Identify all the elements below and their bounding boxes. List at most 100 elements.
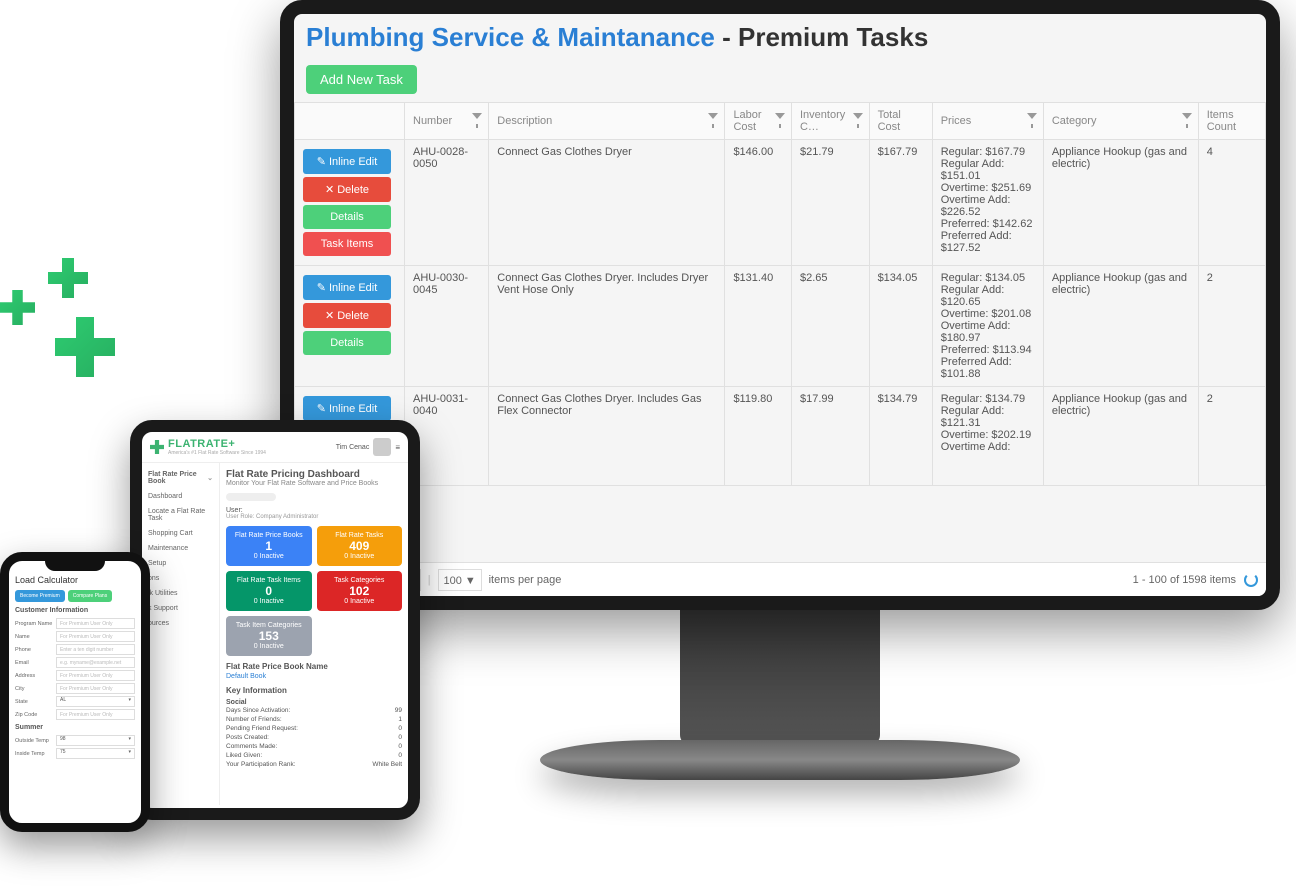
nav-item[interactable]: Maintenance — [146, 541, 215, 556]
input-address[interactable]: For Premium User Only — [56, 670, 135, 681]
nav-item[interactable]: ons — [146, 571, 215, 586]
tablet-content: Flat Rate Pricing Dashboard Monitor Your… — [220, 463, 408, 805]
avatar[interactable] — [373, 438, 391, 456]
add-new-task-button[interactable]: Add New Task — [306, 65, 417, 94]
nav-item[interactable]: lk Utilities — [146, 586, 215, 601]
monitor-base — [540, 740, 1020, 780]
stat-card[interactable]: Flat Rate Tasks4090 Inactive — [317, 526, 403, 566]
nav-item[interactable]: Setup — [146, 556, 215, 571]
monitor-stand — [680, 595, 880, 745]
logo-icon — [150, 440, 164, 454]
page-status: 1 - 100 of 1598 items — [1133, 574, 1236, 586]
cell-total: $167.79 — [869, 140, 932, 266]
col-total-cost[interactable]: Total Cost — [869, 103, 932, 140]
col-category[interactable]: Category — [1043, 103, 1198, 140]
cell-category: Appliance Hookup (gas and electric) — [1043, 266, 1198, 387]
input-name[interactable]: For Premium User Only — [56, 631, 135, 642]
stat-card[interactable]: Task Categories1020 Inactive — [317, 571, 403, 611]
col-inventory-c-[interactable]: Inventory C… — [791, 103, 869, 140]
cell-count: 2 — [1198, 387, 1265, 486]
input-zip-code[interactable]: For Premium User Only — [56, 709, 135, 720]
tasks-table: NumberDescriptionLabor CostInventory C…T… — [294, 102, 1266, 486]
col-labor-cost[interactable]: Labor Cost — [725, 103, 792, 140]
stat-card[interactable]: Flat Rate Task Items00 Inactive — [226, 571, 312, 611]
table-row: ✎ Inline Edit ✕ Delete Details AHU-0030-… — [295, 266, 1266, 387]
tablet-header: FLATRATE+ America's #1 Flat Rate Softwar… — [142, 432, 408, 463]
cell-inv: $17.99 — [791, 387, 869, 486]
stat-card[interactable]: Task Item Categories1530 Inactive — [226, 616, 312, 656]
page-title: Plumbing Service & Maintanance - Premium… — [294, 14, 1266, 61]
filter-icon[interactable] — [472, 110, 482, 120]
cell-inv: $2.65 — [791, 266, 869, 387]
kv-row: Posts Created:0 — [226, 733, 402, 742]
col-number[interactable]: Number — [405, 103, 489, 140]
nav-item[interactable]: Dashboard — [146, 489, 215, 504]
nav-item[interactable]: k Support — [146, 601, 215, 616]
delete-button[interactable]: ✕ Delete — [303, 177, 391, 202]
kv-row: Comments Made:0 — [226, 742, 402, 751]
page-size-label: items per page — [489, 574, 562, 586]
filter-icon[interactable] — [1182, 110, 1192, 120]
delete-button[interactable]: ✕ Delete — [303, 303, 391, 328]
cell-labor: $146.00 — [725, 140, 792, 266]
filter-icon[interactable] — [853, 110, 863, 120]
nav-item[interactable]: Locate a Flat Rate Task — [146, 504, 215, 526]
col-description[interactable]: Description — [489, 103, 725, 140]
col-items-count[interactable]: Items Count — [1198, 103, 1265, 140]
form-field: Inside Temp 75 — [15, 748, 135, 759]
cell-number: AHU-0028-0050 — [405, 140, 489, 266]
inline-edit-button[interactable]: ✎ Inline Edit — [303, 275, 391, 300]
cell-total: $134.79 — [869, 387, 932, 486]
cell-inv: $21.79 — [791, 140, 869, 266]
cell-total: $134.05 — [869, 266, 932, 387]
user-name: Tim Cenac — [336, 444, 370, 451]
dashboard-title: Flat Rate Pricing Dashboard — [226, 469, 402, 480]
task-items-button[interactable]: Task Items — [303, 232, 391, 256]
nav-section[interactable]: Flat Rate Price Book⌄ — [146, 467, 215, 489]
select-inside-temp[interactable]: 75 — [56, 748, 135, 759]
cell-category: Appliance Hookup (gas and electric) — [1043, 140, 1198, 266]
form-field: Zip Code For Premium User Only — [15, 709, 135, 720]
compare-plans-button[interactable]: Compare Plans — [68, 590, 112, 602]
form-field: Name For Premium User Only — [15, 631, 135, 642]
form-field: Program Name For Premium User Only — [15, 618, 135, 629]
select-state[interactable]: AL — [56, 696, 135, 707]
filter-icon[interactable] — [775, 110, 785, 120]
phone-app: Load Calculator Become Premium Compare P… — [0, 552, 150, 832]
select-outside-temp[interactable]: 98 — [56, 735, 135, 746]
filter-icon[interactable] — [708, 110, 718, 120]
plus-icon — [55, 317, 115, 377]
nav-item[interactable]: ources — [146, 616, 215, 631]
become-premium-button[interactable]: Become Premium — [15, 590, 65, 602]
desktop-app: Plumbing Service & Maintanance - Premium… — [280, 0, 1280, 610]
cell-labor: $119.80 — [725, 387, 792, 486]
menu-icon[interactable]: ≡ — [395, 443, 400, 452]
table-row: ✎ Inline Edit ✕ Delete Details Task Item… — [295, 140, 1266, 266]
input-phone[interactable]: Enter a ten digit number — [56, 644, 135, 655]
page-size[interactable]: 100 ▼ — [438, 569, 482, 591]
kv-row: Days Since Activation:99 — [226, 706, 402, 715]
inline-edit-button[interactable]: ✎ Inline Edit — [303, 396, 391, 421]
details-button[interactable]: Details — [303, 205, 391, 229]
col-prices[interactable]: Prices — [932, 103, 1043, 140]
form-field: Phone Enter a ten digit number — [15, 644, 135, 655]
input-city[interactable]: For Premium User Only — [56, 683, 135, 694]
stat-card[interactable]: Flat Rate Price Books10 Inactive — [226, 526, 312, 566]
input-program-name[interactable]: For Premium User Only — [56, 618, 135, 629]
inline-edit-button[interactable]: ✎ Inline Edit — [303, 149, 391, 174]
form-field: Address For Premium User Only — [15, 670, 135, 681]
tablet-app: FLATRATE+ America's #1 Flat Rate Softwar… — [130, 420, 420, 820]
cell-desc: Connect Gas Clothes Dryer. Includes Drye… — [489, 266, 725, 387]
cell-prices: Regular: $167.79 Regular Add: $151.01 Ov… — [932, 140, 1043, 266]
input-email[interactable]: e.g. myname@example.net — [56, 657, 135, 668]
pill — [226, 493, 276, 501]
refresh-icon[interactable] — [1244, 573, 1258, 587]
details-button[interactable]: Details — [303, 331, 391, 355]
filter-icon[interactable] — [1027, 110, 1037, 120]
phone-title: Load Calculator — [15, 575, 135, 585]
cell-number: AHU-0030-0045 — [405, 266, 489, 387]
cell-labor: $131.40 — [725, 266, 792, 387]
default-book-link[interactable]: Default Book — [226, 673, 266, 680]
nav-item[interactable]: Shopping Cart — [146, 526, 215, 541]
cell-count: 2 — [1198, 266, 1265, 387]
